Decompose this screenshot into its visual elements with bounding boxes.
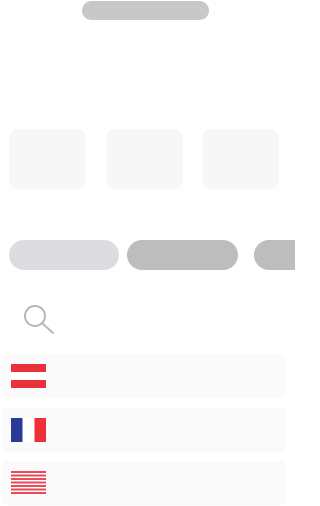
flag-red-stripes-icon — [11, 471, 46, 495]
chip-3[interactable] — [254, 240, 295, 270]
placeholder-card-2[interactable] — [106, 129, 183, 189]
placeholder-card-1[interactable] — [9, 129, 86, 189]
list-item[interactable] — [2, 408, 286, 452]
placeholder-card-3[interactable] — [202, 129, 279, 189]
list-item[interactable] — [2, 461, 286, 505]
search-icon[interactable] — [20, 302, 58, 338]
chip-2[interactable] — [127, 240, 238, 270]
flag-red-white-red-icon — [11, 364, 46, 388]
flag-france-icon — [11, 418, 46, 442]
search-icon-glyph — [24, 305, 54, 334]
list-item[interactable] — [2, 354, 286, 398]
screen — [0, 0, 295, 506]
chip-1[interactable] — [9, 240, 119, 270]
title-skeleton — [82, 1, 209, 20]
